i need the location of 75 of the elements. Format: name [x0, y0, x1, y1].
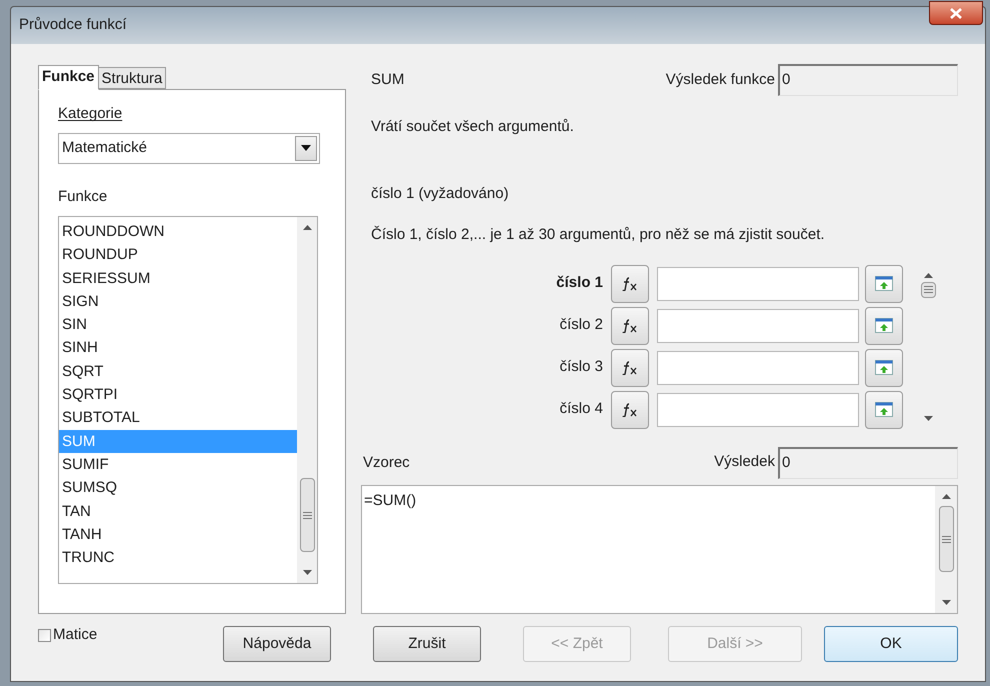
scroll-up-icon[interactable] — [302, 225, 312, 230]
scroll-up-icon[interactable] — [942, 494, 950, 498]
argument-label: číslo 2 — [558, 315, 604, 336]
function-item[interactable]: ROUNDDOWN — [59, 220, 297, 244]
argument-input[interactable] — [657, 392, 859, 426]
grip-icon — [924, 286, 932, 293]
result-field: 0 — [778, 446, 958, 478]
function-result-label: Výsledek funkce — [666, 70, 775, 90]
function-button[interactable] — [611, 390, 649, 428]
argument-label: číslo 1 — [555, 273, 604, 294]
argument-label: číslo 3 — [558, 357, 604, 378]
scroll-thumb[interactable] — [920, 282, 936, 298]
scrollbar[interactable] — [935, 486, 957, 613]
caret-icon — [301, 145, 311, 151]
scroll-thumb[interactable] — [300, 478, 314, 552]
function-button[interactable] — [611, 264, 649, 302]
function-list[interactable]: ROUNDDOWN ROUNDUP SERIESSUM SIGN SIN SINH SQRT SQRTPI SUBTOTAL SUM SUMIF SUMSQ TAN TANH TRUNC — [58, 216, 318, 584]
shrink-button[interactable] — [865, 264, 903, 302]
scroll-thumb[interactable] — [938, 506, 954, 572]
functions-label: Funkce — [58, 186, 108, 206]
function-item[interactable]: SUBTOTAL — [59, 406, 297, 430]
fx-icon — [622, 276, 638, 290]
function-item[interactable]: SERIESSUM — [59, 266, 297, 290]
grip-icon — [942, 536, 950, 543]
fx-icon — [622, 402, 638, 416]
argument-description: Číslo 1, číslo 2,... je 1 až 30 argumentů, pro něž se má zjistit součet. — [371, 224, 826, 245]
argument-input[interactable] — [657, 308, 859, 342]
function-item[interactable]: SQRT — [59, 360, 297, 384]
function-item[interactable]: SIGN — [59, 290, 297, 314]
tab[interactable]: Funkce — [38, 65, 99, 90]
dropdown-button[interactable] — [295, 136, 317, 160]
category-dropdown[interactable]: Matematické — [58, 132, 320, 164]
function-item[interactable]: ROUNDUP — [59, 243, 297, 267]
window-title: Průvodce funkcí — [19, 14, 127, 34]
result-label: Výsledek — [714, 452, 775, 472]
function-button[interactable] — [611, 348, 649, 386]
shrink-button[interactable] — [865, 348, 903, 386]
close-icon — [950, 8, 962, 18]
checkbox[interactable] — [38, 628, 51, 642]
argument-input[interactable] — [657, 350, 859, 384]
scroll-down-icon[interactable] — [302, 570, 312, 575]
function-item[interactable]: TAN — [59, 500, 297, 523]
scrollbar[interactable] — [297, 217, 317, 583]
function-button[interactable] — [611, 306, 649, 344]
formula-field[interactable]: =SUM() — [361, 484, 958, 614]
close-button[interactable] — [929, 1, 983, 25]
function-item[interactable]: SIN — [59, 313, 297, 336]
function-name: SUM — [371, 70, 404, 90]
formula-text: =SUM() — [363, 490, 418, 510]
fx-icon — [622, 318, 638, 332]
function-item[interactable]: TRUNC — [59, 546, 297, 570]
argument-label: číslo 4 — [558, 399, 604, 420]
scroll-up-icon[interactable] — [924, 272, 932, 278]
function-description: Vrátí součet všech argumentů. — [371, 117, 575, 137]
scroll-down-icon[interactable] — [942, 600, 950, 605]
function-item[interactable]: SUMSQ — [59, 476, 297, 500]
category-label: Kategorie — [58, 104, 124, 124]
grip-icon — [302, 512, 312, 518]
dialog-button[interactable]: OK — [824, 626, 958, 662]
function-item[interactable]: SUMIF — [59, 452, 297, 476]
dialog-button[interactable]: Nápověda — [223, 626, 331, 662]
shrink-button[interactable] — [865, 390, 903, 428]
fx-icon — [622, 360, 638, 374]
function-item[interactable]: SQRTPI — [59, 383, 297, 406]
matrix-label: Matice — [53, 625, 98, 645]
function-result-field: 0 — [778, 64, 958, 96]
argument-input[interactable] — [657, 266, 859, 300]
function-item[interactable]: SINH — [59, 336, 297, 360]
formula-label: Vzorec — [363, 453, 410, 473]
dialog-button[interactable]: Zrušit — [373, 626, 481, 662]
function-item[interactable]: TANH — [59, 522, 297, 546]
tab[interactable]: Struktura — [98, 67, 166, 89]
scroll-down-icon[interactable] — [924, 416, 932, 420]
argument-title: číslo 1 (vyžadováno) — [371, 184, 510, 204]
shrink-button[interactable] — [865, 306, 903, 344]
